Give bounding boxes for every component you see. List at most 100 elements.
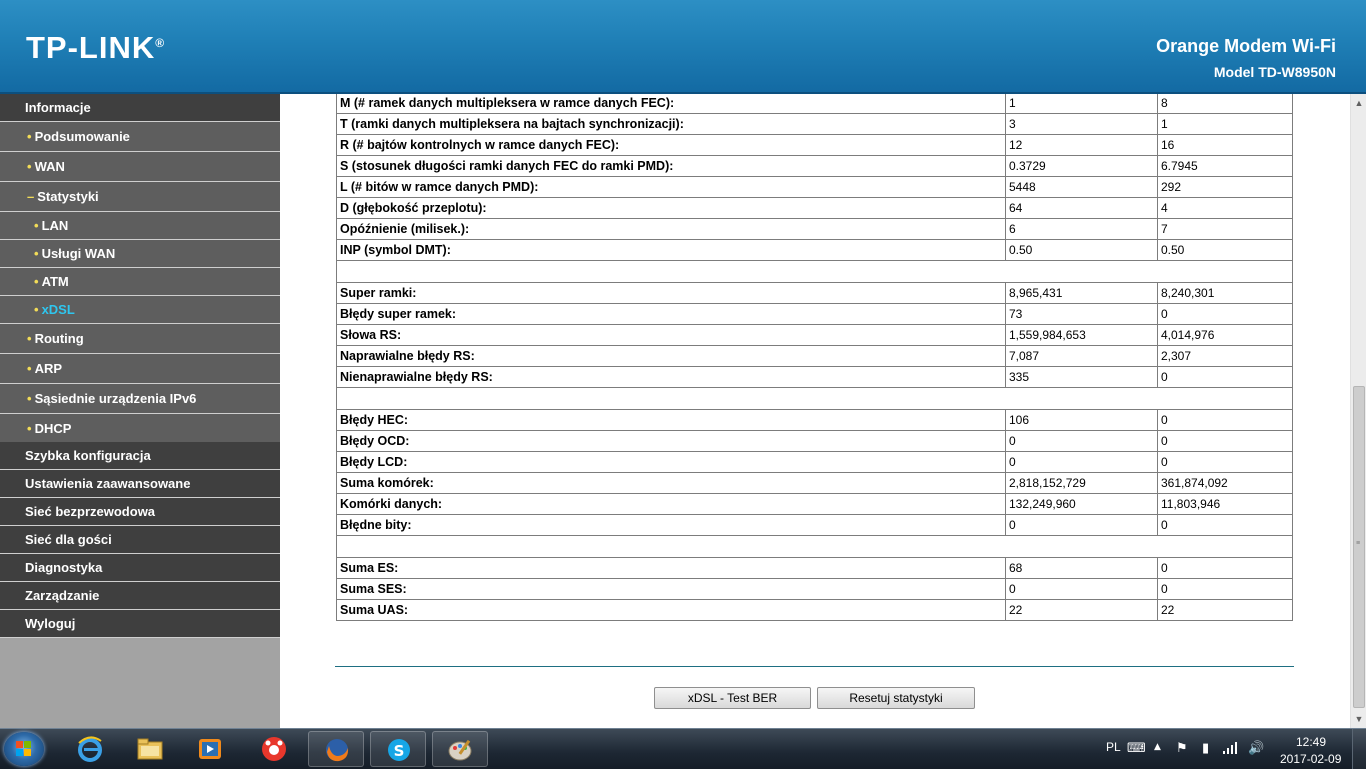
stat-value-upstream: 4,014,976	[1157, 324, 1293, 346]
sidebar-item-dhcp[interactable]: • DHCP	[0, 414, 280, 444]
bullet-icon: •	[34, 246, 39, 261]
product-title: Orange Modem Wi-Fi	[1156, 36, 1336, 56]
logo-registered-mark: ®	[155, 36, 166, 50]
stat-value-downstream: 7,087	[1005, 345, 1158, 367]
bullet-icon: •	[27, 159, 32, 174]
table-row: Błędy OCD: 0 0	[336, 430, 1293, 452]
sidebar-nav: Informacje • Podsumowanie • WAN – Statystyki • L…	[0, 94, 280, 728]
table-row: Suma komórek: 2,818,152,729 361,874,092	[336, 472, 1293, 494]
stat-value-upstream: 292	[1157, 176, 1293, 198]
stat-label: INP (symbol DMT):	[336, 239, 1006, 261]
stat-value-downstream: 6	[1005, 218, 1158, 240]
stat-value-upstream: 0	[1157, 430, 1293, 452]
stat-label: Suma ES:	[336, 557, 1006, 579]
sidebar-item-label: Diagnostyka	[25, 560, 103, 575]
clock-time[interactable]: 12:49	[1296, 735, 1326, 749]
sidebar-item-label: Podsumowanie	[34, 129, 130, 144]
sidebar-item-arp[interactable]: • ARP	[0, 354, 280, 384]
scroll-down-arrow-icon[interactable]: ▼	[1352, 712, 1366, 726]
show-hidden-icons-icon[interactable]: ▲	[1154, 742, 1161, 752]
vertical-scrollbar[interactable]: ▲ ≡ ▼	[1350, 94, 1366, 728]
sidebar-item-statystyki[interactable]: – Statystyki	[0, 182, 280, 212]
taskbar-ie[interactable]	[62, 731, 118, 767]
show-desktop-button[interactable]	[1352, 729, 1366, 769]
bullet-icon: •	[27, 129, 32, 144]
sidebar-item-label: Szybka konfiguracja	[25, 448, 151, 463]
network-signal-icon[interactable]	[1222, 741, 1238, 759]
keyboard-icon[interactable]: ⌨	[1127, 741, 1146, 756]
stat-value-downstream: 335	[1005, 366, 1158, 388]
bullet-icon: •	[27, 391, 32, 406]
sidebar-item-diagnostyka[interactable]: Diagnostyka	[0, 554, 280, 582]
sidebar-item-siec-bezprzewodowa[interactable]: Sieć bezprzewodowa	[0, 498, 280, 526]
table-row: Opóźnienie (milisek.): 6 7	[336, 218, 1293, 240]
sidebar-item-xdsl[interactable]: • xDSL	[0, 296, 280, 324]
table-row: R (# bajtów kontrolnych w ramce danych F…	[336, 134, 1293, 156]
taskbar-paint[interactable]	[432, 731, 488, 767]
stat-value-upstream: 16	[1157, 134, 1293, 156]
sidebar-item-lan[interactable]: • LAN	[0, 212, 280, 240]
sidebar-item-uslugi-wan[interactable]: • Usługi WAN	[0, 240, 280, 268]
stat-value-downstream: 0	[1005, 430, 1158, 452]
reset-stats-button[interactable]: Resetuj statystyki	[817, 687, 975, 709]
sidebar-item-ustawienia-zaawansowane[interactable]: Ustawienia zaawansowane	[0, 470, 280, 498]
sidebar-item-sasiednie-urzadzenia-ipv6[interactable]: • Sąsiednie urządzenia IPv6	[0, 384, 280, 414]
scroll-thumb[interactable]: ≡	[1353, 386, 1365, 708]
stat-value-downstream: 8,965,431	[1005, 282, 1158, 304]
clock-date[interactable]: 2017-02-09	[1280, 752, 1341, 766]
firefox-icon	[326, 739, 349, 762]
stat-value-upstream: 0	[1157, 409, 1293, 431]
taskbar-explorer[interactable]	[122, 731, 178, 767]
stat-value-downstream: 73	[1005, 303, 1158, 325]
taskbar-skype[interactable]: S	[370, 731, 426, 767]
table-row: Komórki danych: 132,249,960 11,803,946	[336, 493, 1293, 515]
sidebar-item-atm[interactable]: • ATM	[0, 268, 280, 296]
stat-value-upstream: 11,803,946	[1157, 493, 1293, 515]
logo-text: TP-LINK	[26, 30, 156, 65]
sidebar-item-zarzadzanie[interactable]: Zarządzanie	[0, 582, 280, 610]
table-row: Suma UAS: 22 22	[336, 599, 1293, 621]
table-spacer-row	[336, 535, 1293, 558]
sidebar-item-wan[interactable]: • WAN	[0, 152, 280, 182]
collapse-dash-icon: –	[27, 189, 35, 204]
table-row: Błędne bity: 0 0	[336, 514, 1293, 536]
taskbar-firefox[interactable]	[308, 731, 364, 767]
sidebar-item-podsumowanie[interactable]: • Podsumowanie	[0, 122, 280, 152]
recorder-icon	[262, 737, 286, 761]
sidebar-item-routing[interactable]: • Routing	[0, 324, 280, 354]
sidebar-item-label: ARP	[34, 361, 63, 376]
stat-value-upstream: 361,874,092	[1157, 472, 1293, 494]
action-center-flag-icon[interactable]: ⚑	[1176, 741, 1188, 756]
language-indicator[interactable]: PL	[1106, 740, 1121, 754]
table-row: Suma SES: 0 0	[336, 578, 1293, 600]
table-row: Błędy super ramek: 73 0	[336, 303, 1293, 325]
stat-value-downstream: 22	[1005, 599, 1158, 621]
skype-icon: S	[388, 739, 410, 761]
xdsl-ber-test-button[interactable]: xDSL - Test BER	[654, 687, 811, 709]
taskbar-media-player[interactable]	[182, 731, 238, 767]
table-row: Błędy HEC: 106 0	[336, 409, 1293, 431]
stat-value-downstream: 68	[1005, 557, 1158, 579]
sidebar-item-wyloguj[interactable]: Wyloguj	[0, 610, 280, 638]
stat-value-downstream: 5448	[1005, 176, 1158, 198]
taskbar-recorder[interactable]	[246, 731, 302, 767]
sidebar-item-siec-dla-gosci[interactable]: Sieć dla gości	[0, 526, 280, 554]
page-header: TP-LINK® Orange Modem Wi-Fi Model TD-W89…	[0, 0, 1366, 94]
spacer-cell	[336, 387, 1293, 410]
stat-value-downstream: 0	[1005, 578, 1158, 600]
stat-value-downstream: 132,249,960	[1005, 493, 1158, 515]
battery-icon[interactable]: ▮	[1202, 741, 1209, 756]
table-row: D (głębokość przeplotu): 64 4	[336, 197, 1293, 219]
stat-label: Suma UAS:	[336, 599, 1006, 621]
scroll-up-arrow-icon[interactable]: ▲	[1352, 96, 1366, 110]
start-button[interactable]	[4, 732, 44, 766]
stat-value-upstream: 0	[1157, 514, 1293, 536]
sidebar-item-szybka-konfiguracja[interactable]: Szybka konfiguracja	[0, 442, 280, 470]
stat-value-upstream: 0	[1157, 303, 1293, 325]
volume-icon[interactable]: 🔊	[1248, 741, 1264, 756]
stat-value-upstream: 2,307	[1157, 345, 1293, 367]
sidebar-item-informacje[interactable]: Informacje	[0, 94, 280, 122]
windows-taskbar: S PL ⌨ ▲ ⚑ ▮ 🔊 12:49 2017-02-09	[0, 728, 1366, 769]
sidebar-item-label: Routing	[34, 331, 84, 346]
paint-icon	[448, 739, 472, 761]
